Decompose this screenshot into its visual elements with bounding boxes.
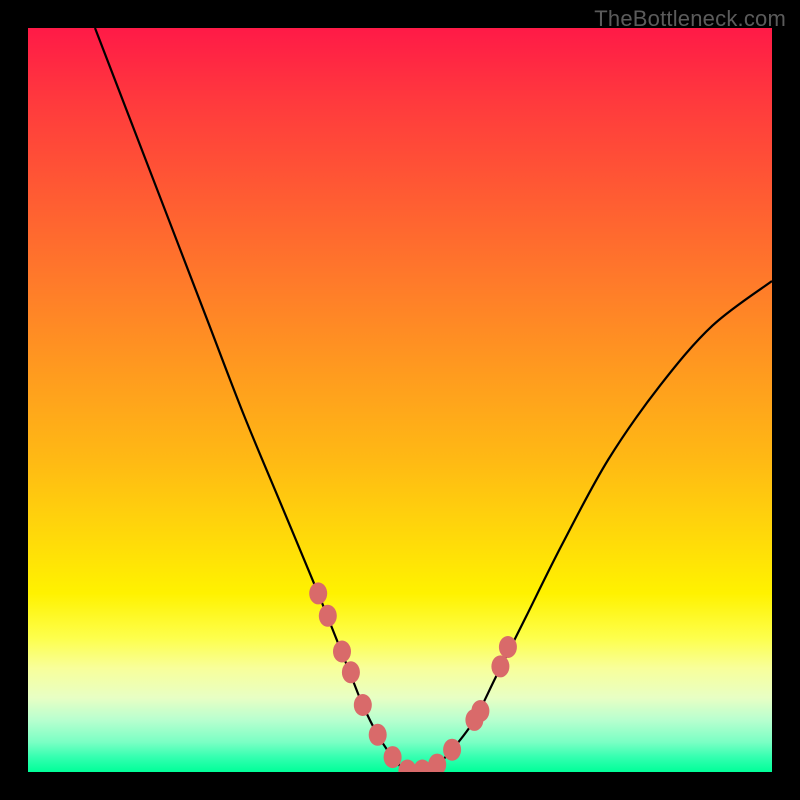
marker-dot bbox=[384, 746, 402, 768]
bottleneck-curve bbox=[95, 28, 772, 772]
marker-dot bbox=[428, 754, 446, 772]
marker-dot bbox=[499, 636, 517, 658]
marker-dot bbox=[369, 724, 387, 746]
watermark-text: TheBottleneck.com bbox=[594, 6, 786, 32]
marker-dot bbox=[333, 641, 351, 663]
chart-frame: TheBottleneck.com bbox=[0, 0, 800, 800]
marker-dot bbox=[491, 655, 509, 677]
marker-dot bbox=[471, 700, 489, 722]
marker-dot bbox=[309, 582, 327, 604]
marker-group bbox=[309, 582, 517, 772]
curve-layer bbox=[28, 28, 772, 772]
marker-dot bbox=[342, 661, 360, 683]
plot-area bbox=[28, 28, 772, 772]
marker-dot bbox=[354, 694, 372, 716]
marker-dot bbox=[319, 605, 337, 627]
marker-dot bbox=[443, 739, 461, 761]
